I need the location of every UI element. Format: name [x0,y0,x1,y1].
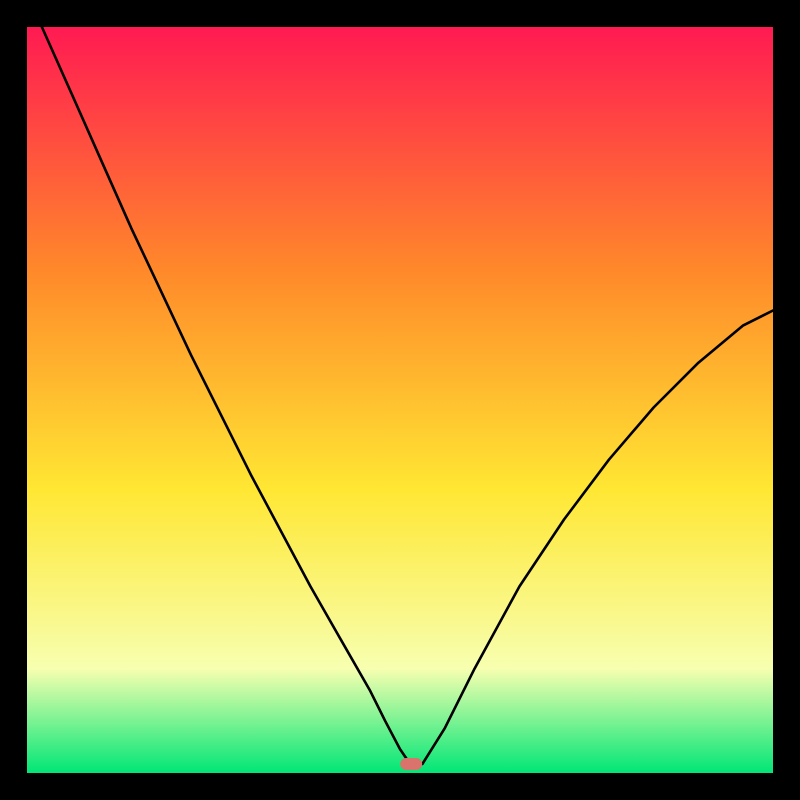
bottleneck-chart [0,0,800,800]
chart-frame: TheBottleneck.com [0,0,800,800]
optimal-point-marker [400,758,422,770]
